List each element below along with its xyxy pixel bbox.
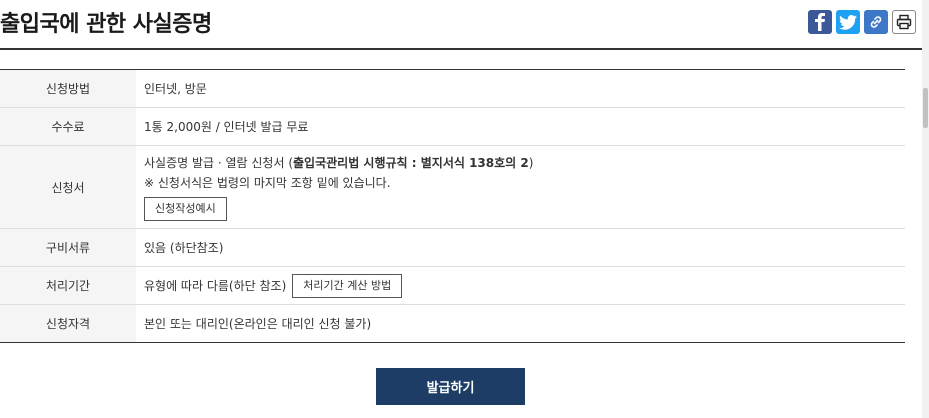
form-example-button[interactable]: 신청작성예시 (144, 197, 227, 221)
table-row: 신청서 사실증명 발급 · 열람 신청서 (출입국관리법 시행규칙 : 별지서식… (0, 145, 905, 229)
facebook-icon (815, 13, 825, 31)
form-name-prefix: 사실증명 발급 · 열람 신청서 ( (144, 156, 294, 170)
table-row: 구비서류 있음 (하단참조) (0, 228, 905, 267)
table-row: 처리기간 유형에 따라 다름(하단 참조) 처리기간 계산 방법 (0, 266, 905, 305)
form-law-reference: 출입국관리법 시행규칙 : 별지서식 138호의 2 (293, 156, 529, 170)
row-label: 신청서 (0, 145, 136, 229)
period-calc-button[interactable]: 처리기간 계산 방법 (292, 273, 403, 298)
row-value: 본인 또는 대리인(온라인은 대리인 신청 불가) (144, 317, 372, 331)
scrollbar[interactable] (922, 0, 929, 418)
twitter-share-button[interactable] (836, 10, 860, 34)
period-value: 유형에 따라 다름(하단 참조) (144, 279, 287, 293)
table-row: 신청자격 본인 또는 대리인(온라인은 대리인 신청 불가) (0, 304, 905, 343)
form-name-suffix: ) (528, 156, 534, 170)
page-header: 출입국에 관한 사실증명 (0, 0, 924, 50)
row-value: 인터넷, 방문 (136, 69, 905, 108)
row-label: 신청자격 (0, 304, 136, 343)
print-icon (896, 14, 912, 30)
table-row: 신청방법 인터넷, 방문 (0, 69, 905, 108)
row-label: 구비서류 (0, 228, 136, 267)
share-toolbar (808, 10, 916, 34)
issue-button[interactable]: 발급하기 (376, 368, 525, 405)
table-row: 수수료 1통 2,000원 / 인터넷 발급 무료 (0, 107, 905, 146)
row-label: 신청방법 (0, 69, 136, 108)
application-info-table: 신청방법 인터넷, 방문 수수료 1통 2,000원 / 인터넷 발급 무료 신… (0, 69, 905, 343)
row-value: 유형에 따라 다름(하단 참조) 처리기간 계산 방법 (136, 266, 905, 305)
twitter-icon (839, 14, 857, 30)
copy-link-button[interactable] (864, 10, 888, 34)
scrollbar-thumb[interactable] (923, 88, 928, 128)
link-icon (870, 16, 882, 28)
form-note: ※ 신청서식은 법령의 마지막 조항 밑에 있습니다. (144, 176, 391, 190)
row-label: 수수료 (0, 107, 136, 146)
facebook-share-button[interactable] (808, 10, 832, 34)
row-label: 처리기간 (0, 266, 136, 305)
row-value: 1통 2,000원 / 인터넷 발급 무료 (136, 107, 905, 146)
form-name: 사실증명 발급 · 열람 신청서 (출입국관리법 시행규칙 : 별지서식 138… (144, 153, 897, 173)
row-value: 사실증명 발급 · 열람 신청서 (출입국관리법 시행규칙 : 별지서식 138… (136, 145, 905, 229)
row-value: 있음 (하단참조) (136, 228, 905, 267)
print-button[interactable] (892, 10, 916, 34)
page-title: 출입국에 관한 사실증명 (0, 12, 212, 37)
